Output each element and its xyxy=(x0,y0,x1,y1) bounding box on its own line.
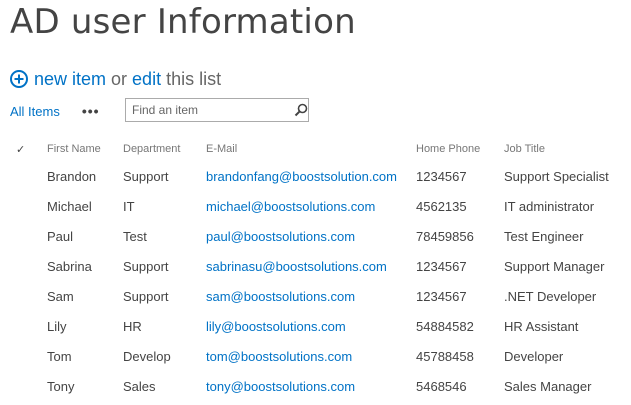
new-item-link[interactable]: new item xyxy=(34,69,106,90)
cell-home-phone: 5468546 xyxy=(416,378,467,394)
row-select-cell[interactable] xyxy=(10,191,47,221)
cell-first-name[interactable]: Brandon xyxy=(47,161,123,191)
column-header-department[interactable]: Department xyxy=(123,137,206,161)
edit-link[interactable]: edit xyxy=(132,69,161,90)
cell-department: Support xyxy=(123,258,169,274)
table-row[interactable]: Tom Develop tom@boostsolutions.com 45788458… xyxy=(10,341,624,371)
check-icon[interactable]: ✓ xyxy=(10,143,25,156)
view-all-items-tab[interactable]: All Items xyxy=(10,104,60,119)
table-row[interactable]: Sam Support sam@boostsolutions.com 1234567.… xyxy=(10,281,624,311)
cell-email[interactable]: sabrinasu@boostsolutions.com xyxy=(206,251,416,281)
cell-email[interactable]: sam@boostsolutions.com xyxy=(206,281,416,311)
cell-first-name[interactable]: Michael xyxy=(47,191,123,221)
cell-first-name[interactable]: Tony xyxy=(47,371,123,401)
column-header-home-phone[interactable]: Home Phone xyxy=(416,137,504,161)
table-row[interactable]: Tony Sales tony@boostsolutions.com 5468546 S… xyxy=(10,371,624,401)
column-header-first-name[interactable]: First Name xyxy=(47,137,123,161)
cell-job-title: Sales Manager xyxy=(504,378,592,394)
this-list-text: this list xyxy=(166,68,222,89)
column-header-email[interactable]: E-Mail xyxy=(206,137,416,161)
cell-email[interactable]: tony@boostsolutions.com xyxy=(206,371,416,401)
table-header-row: ✓ First Name Department E-Mail Home Phon… xyxy=(10,137,624,161)
cell-job-title: Support Specialist xyxy=(504,168,609,184)
cell-department: Develop xyxy=(123,348,171,364)
cell-first-name[interactable]: Lily xyxy=(47,311,123,341)
cell-job-title: Support Manager xyxy=(504,258,605,274)
table-row[interactable]: Michael IT michael@boostsolutions.com 45621… xyxy=(10,191,624,221)
search-box xyxy=(125,98,309,122)
cell-email[interactable]: lily@boostsolutions.com xyxy=(206,311,416,341)
cell-job-title: Developer xyxy=(504,348,564,364)
cell-home-phone: 54884582 xyxy=(416,318,474,334)
cell-first-name[interactable]: Sabrina xyxy=(47,251,123,281)
page-title: AD user Information xyxy=(10,2,356,42)
row-select-cell[interactable] xyxy=(10,371,47,401)
search-icon[interactable] xyxy=(293,99,308,121)
select-all-column[interactable]: ✓ xyxy=(10,137,47,161)
cell-department: Test xyxy=(123,228,147,244)
table-row[interactable]: Brandon Support brandonfang@boostsolution.… xyxy=(10,161,624,191)
cell-first-name[interactable]: Sam xyxy=(47,281,123,311)
cell-department: Sales xyxy=(123,378,156,394)
cell-first-name[interactable]: Paul xyxy=(47,221,123,251)
more-options-icon[interactable]: ••• xyxy=(82,103,100,119)
row-select-cell[interactable] xyxy=(10,281,47,311)
cell-job-title: Test Engineer xyxy=(504,228,584,244)
cell-department: IT xyxy=(123,198,135,214)
cell-email[interactable]: tom@boostsolutions.com xyxy=(206,341,416,371)
cell-email[interactable]: paul@boostsolutions.com xyxy=(206,221,416,251)
cell-department: Support xyxy=(123,288,169,304)
cell-home-phone: 1234567 xyxy=(416,258,467,274)
search-input[interactable] xyxy=(126,100,293,120)
cell-job-title: .NET Developer xyxy=(504,288,597,304)
cell-home-phone: 1234567 xyxy=(416,288,467,304)
row-select-cell[interactable] xyxy=(10,221,47,251)
row-select-cell[interactable] xyxy=(10,251,47,281)
column-header-job-title[interactable]: Job Title xyxy=(504,137,624,161)
cell-job-title: HR Assistant xyxy=(504,318,579,334)
cell-home-phone: 45788458 xyxy=(416,348,474,364)
table-row[interactable]: Sabrina Support sabrinasu@boostsolutions.c… xyxy=(10,251,624,281)
add-circle-icon[interactable] xyxy=(10,70,28,88)
table-row[interactable]: Lily HR lily@boostsolutions.com 54884582 HR … xyxy=(10,311,624,341)
new-item-row: new item or edit this list xyxy=(10,68,221,90)
row-select-cell[interactable] xyxy=(10,161,47,191)
cell-department: Support xyxy=(123,168,169,184)
cell-home-phone: 78459856 xyxy=(416,228,474,244)
or-text: or xyxy=(111,68,128,89)
user-table: ✓ First Name Department E-Mail Home Phon… xyxy=(10,137,624,401)
table-row[interactable]: Paul Test paul@boostsolutions.com 78459856 T… xyxy=(10,221,624,251)
cell-email[interactable]: brandonfang@boostsolution.com xyxy=(206,161,416,191)
cell-home-phone: 1234567 xyxy=(416,168,467,184)
cell-first-name[interactable]: Tom xyxy=(47,341,123,371)
cell-department: HR xyxy=(123,318,142,334)
cell-home-phone: 4562135 xyxy=(416,198,467,214)
row-select-cell[interactable] xyxy=(10,311,47,341)
row-select-cell[interactable] xyxy=(10,341,47,371)
cell-job-title: IT administrator xyxy=(504,198,595,214)
cell-email[interactable]: michael@boostsolutions.com xyxy=(206,191,416,221)
